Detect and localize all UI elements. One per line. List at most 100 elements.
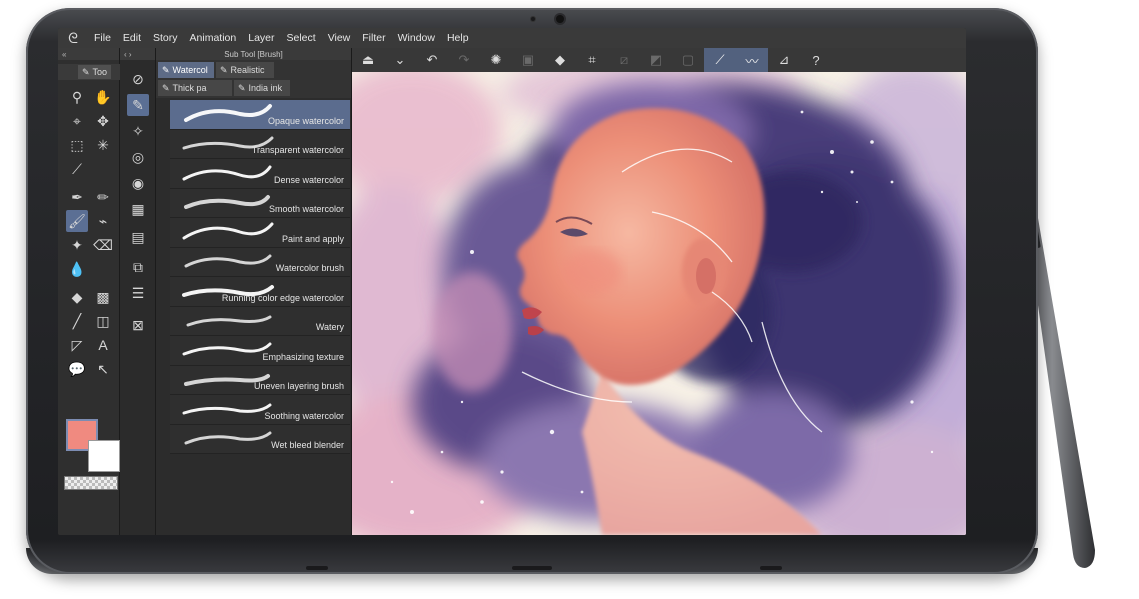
brush-name: Uneven layering brush xyxy=(253,381,344,391)
tool-palette: « ✎ Too ⚲ ✋ ⌖ ✥ ⬚ ✳ ⟋ ✒ ✏ 🖌 ⌁ ✦ ⌫ 💧 ◆ ▩ ╱… xyxy=(58,48,120,535)
balloon-tool-icon[interactable]: 💬 xyxy=(66,358,88,380)
fill-icon[interactable]: ◆ xyxy=(544,48,576,72)
menu-help[interactable]: Help xyxy=(441,32,475,44)
frame-border-icon[interactable]: ◫ xyxy=(92,310,114,332)
brush-icon: ✎ xyxy=(162,82,170,93)
brush-stroke-preview xyxy=(182,165,272,181)
sub-tool-panel: Sub Tool [Brush] ✎ Watercol ✎ Realistic ✎ T… xyxy=(156,48,352,535)
fill-tool-icon[interactable]: ◆ xyxy=(66,286,88,308)
deselect-icon[interactable]: ▢ xyxy=(672,48,704,72)
redo-icon[interactable]: ↷ xyxy=(448,48,480,72)
layers-icon[interactable]: ☰ xyxy=(127,282,149,304)
undo-icon[interactable]: ↶ xyxy=(416,48,448,72)
panel-collapse-bar[interactable]: ‹ › xyxy=(120,48,155,60)
drawing-canvas[interactable] xyxy=(352,72,966,535)
loading-icon[interactable]: ✺ xyxy=(480,48,512,72)
invert-selection-icon[interactable]: ◩ xyxy=(640,48,672,72)
tab-thick-paint[interactable]: ✎ Thick pa xyxy=(158,80,232,96)
brush-item[interactable]: Smooth watercolor xyxy=(170,188,350,218)
brush-name: Paint and apply xyxy=(281,233,344,244)
brush-item[interactable]: Opaque watercolor xyxy=(170,100,350,130)
eyedropper-icon[interactable]: ⟋ xyxy=(66,158,88,180)
panel-collapse-bar[interactable]: « xyxy=(58,48,119,60)
menu-animation[interactable]: Animation xyxy=(184,32,243,44)
brush-item[interactable]: Transparent watercolor xyxy=(170,129,350,159)
blend-tool-icon[interactable]: 💧 xyxy=(66,258,88,280)
menu-edit[interactable]: Edit xyxy=(117,32,147,44)
menu-select[interactable]: Select xyxy=(281,32,322,44)
zoom-tool-icon[interactable]: ⚲ xyxy=(66,86,88,108)
selection-tool-icon[interactable]: ⬚ xyxy=(66,134,88,156)
transform-icon[interactable]: ⌗ xyxy=(576,48,608,72)
gradient-tool-icon[interactable]: ▩ xyxy=(92,286,114,308)
pen-icon: ✎ xyxy=(82,66,90,77)
move-layer-icon[interactable]: ✥ xyxy=(92,110,114,132)
layer-search-icon[interactable]: ⧉ xyxy=(127,256,149,278)
menu-view[interactable]: View xyxy=(322,32,357,44)
new-layer-icon[interactable]: ⏏ xyxy=(352,48,384,72)
text-tool-icon[interactable]: A xyxy=(92,334,114,356)
ruler-tool-icon[interactable]: ◸ xyxy=(66,334,88,356)
brush-item[interactable]: Watercolor brush xyxy=(170,247,350,277)
brush-icon: ✎ xyxy=(220,64,228,75)
quick-access-icon[interactable]: ⊘ xyxy=(127,68,149,90)
figure-tool-icon[interactable]: ╱ xyxy=(66,310,88,332)
color-set-icon[interactable]: ▦ xyxy=(127,198,149,220)
front-camera xyxy=(556,15,564,23)
airbrush-tool-icon[interactable]: ⌁ xyxy=(92,210,114,232)
brush-item[interactable]: Dense watercolor xyxy=(170,159,350,189)
brush-settings-icon[interactable]: ✧ xyxy=(127,120,149,142)
hand-tool-icon[interactable]: ✋ xyxy=(92,86,114,108)
speaker-port xyxy=(306,566,328,570)
help-icon[interactable]: ? xyxy=(800,48,832,72)
menu-window[interactable]: Window xyxy=(392,32,441,44)
layer-property-icon[interactable]: ▤ xyxy=(127,226,149,248)
brush-item[interactable]: Uneven layering brush xyxy=(170,365,350,395)
snap-ruler-icon[interactable]: ⟋ xyxy=(704,48,736,72)
brush-group-icon[interactable]: ✎ xyxy=(127,94,149,116)
sub-color-swatch[interactable] xyxy=(88,440,120,472)
app-logo-icon[interactable]: ᘓ xyxy=(58,28,88,48)
sub-tool-tabs: ✎ Watercol ✎ Realistic ✎ Thick pa ✎ India in… xyxy=(156,60,351,98)
eraser-tool-icon[interactable]: ⌫ xyxy=(92,234,114,256)
snap-brush-icon[interactable]: 〰 xyxy=(736,48,768,72)
brush-item[interactable]: Paint and apply xyxy=(170,218,350,248)
brush-stroke-preview xyxy=(184,431,272,444)
menu-file[interactable]: File xyxy=(88,32,117,44)
transparent-color-swatch[interactable] xyxy=(64,476,118,490)
brush-item[interactable]: Watery xyxy=(170,306,350,336)
operation-tool-icon[interactable]: ⌖ xyxy=(66,110,88,132)
material-icon[interactable]: ◎ xyxy=(127,146,149,168)
brush-name: Dense watercolor xyxy=(273,174,344,185)
brush-name: Watercolor brush xyxy=(275,263,344,273)
brush-item[interactable]: Soothing watercolor xyxy=(170,395,350,425)
decoration-tool-icon[interactable]: ✦ xyxy=(66,234,88,256)
menu-story[interactable]: Story xyxy=(147,32,184,44)
brush-item[interactable]: Running color edge watercolor xyxy=(170,277,350,307)
pencil-tool-icon[interactable]: ✏ xyxy=(92,186,114,208)
ruler-icon[interactable]: ⊿ xyxy=(768,48,800,72)
menu-layer[interactable]: Layer xyxy=(242,32,280,44)
brush-tool-icon[interactable]: 🖌 xyxy=(66,210,88,232)
brush-stroke-preview xyxy=(184,194,270,209)
layer-stack-icon[interactable]: ▣ xyxy=(512,48,544,72)
tool-tab[interactable]: ✎ Too xyxy=(58,64,120,80)
camera-sensor xyxy=(530,16,536,22)
color-circle-icon[interactable]: ◉ xyxy=(127,172,149,194)
tab-watercolor[interactable]: ✎ Watercol xyxy=(158,62,214,78)
app-screen: ᘓ File Edit Story Animation Layer Select… xyxy=(58,28,966,535)
tab-realistic[interactable]: ✎ Realistic xyxy=(216,62,274,78)
navigator-icon[interactable]: ⊠ xyxy=(127,314,149,336)
clear-icon[interactable]: ⧄ xyxy=(608,48,640,72)
pen-tool-icon[interactable]: ✒ xyxy=(66,186,88,208)
chevron-down-icon[interactable]: ⌄ xyxy=(384,48,416,72)
correct-line-icon[interactable]: ↖ xyxy=(92,358,114,380)
tab-india-ink[interactable]: ✎ India ink xyxy=(234,80,290,96)
menu-filter[interactable]: Filter xyxy=(356,32,391,44)
brush-stroke-preview xyxy=(186,315,272,326)
brush-stroke-preview xyxy=(182,222,274,240)
brush-item[interactable]: Wet bleed blender xyxy=(170,424,350,454)
brush-item[interactable]: Emphasizing texture xyxy=(170,336,350,366)
magic-wand-icon[interactable]: ✳ xyxy=(92,134,114,156)
brush-name: Transparent watercolor xyxy=(251,145,344,155)
